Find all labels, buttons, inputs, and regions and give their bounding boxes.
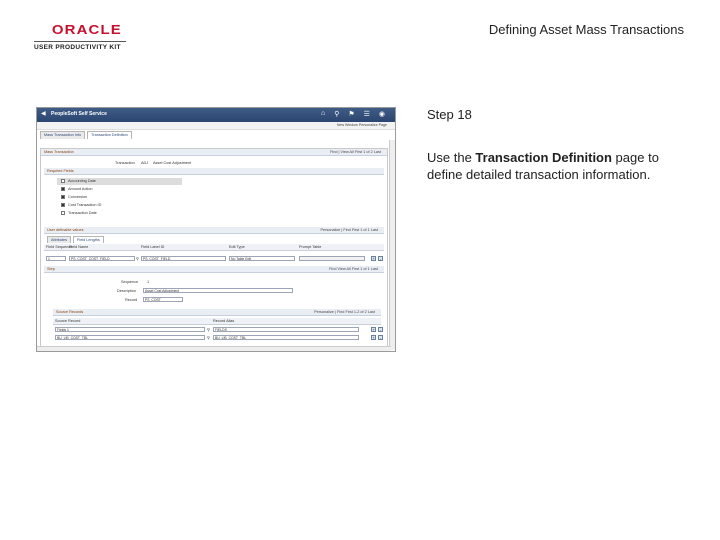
app-top-bar: ◀ PeopleSoft Self Service ⌂ ⚲ ⚑ ☰ ◉	[37, 108, 395, 122]
user-values-header: User definable values Personalize | Find…	[44, 227, 384, 234]
sequence-label: Sequence	[121, 280, 139, 284]
page-links[interactable]: New Window Personalize Page	[37, 122, 395, 130]
source-record-lookup-icon-1[interactable]: ⚲	[207, 327, 210, 332]
required-fields-title: Required Fields	[47, 169, 74, 173]
record-input[interactable]: PS_COST	[143, 297, 183, 302]
col-field-label-id: Field Label ID	[141, 245, 165, 249]
transaction-value: ADJ	[141, 161, 149, 165]
logo-subtitle: USER PRODUCTIVITY KIT	[34, 41, 126, 51]
step-text-pre: Use the	[427, 150, 476, 165]
logo-wordmark: ORACLE	[51, 22, 122, 37]
field-sequence-input[interactable]: 1	[46, 256, 66, 261]
menu-icon[interactable]: ☰	[364, 110, 370, 118]
search-icon[interactable]: ⚲	[334, 110, 339, 118]
prompt-table-input[interactable]	[299, 256, 365, 261]
source-record-input-2[interactable]: BU_LIB_COST_TBL	[55, 335, 205, 340]
top-bar-icons: ⌂ ⚲ ⚑ ☰ ◉	[321, 110, 385, 118]
step-instructions: Use the Transaction Definition page to d…	[427, 149, 697, 183]
accounting-date-label: Accounting Date	[68, 179, 96, 183]
delete-source-row-icon-1[interactable]: -	[378, 327, 383, 332]
subtab-attributes[interactable]: Attributes	[47, 236, 72, 243]
field-name-input[interactable]: PS_COST_COST_FIELD	[69, 256, 135, 261]
source-record-input-1[interactable]: Fields 1	[55, 327, 205, 332]
back-icon[interactable]: ◀	[41, 110, 46, 117]
source-records-nav[interactable]: Personalize | Find First 1-2 of 2 Last	[314, 310, 375, 314]
field-label-id-input[interactable]: PS_COST_FIELD	[141, 256, 226, 261]
add-row-icon[interactable]: +	[371, 256, 376, 261]
required-fields-header: Required Fields	[44, 168, 384, 175]
subtab-field-lengths[interactable]: Field Lengths	[73, 236, 104, 243]
record-alias-input-1[interactable]: FIELDS	[213, 327, 359, 332]
record-label: Record	[125, 298, 138, 302]
step-section-header: Step Find View All First 1 of 1 Last	[44, 266, 384, 273]
description-input[interactable]: Asset Cost Adjustment	[143, 288, 293, 293]
tab-transaction-definition[interactable]: Transaction Definition	[87, 131, 132, 139]
accounting-date-checkbox[interactable]	[61, 179, 65, 183]
col-prompt-table: Prompt Table	[299, 245, 322, 249]
page-tabs: Mass Transaction Info Transaction Defini…	[37, 130, 395, 139]
user-values-title: User definable values	[47, 228, 84, 232]
record-alias-input-2[interactable]: BU_LIB_COST_TBL	[213, 335, 359, 340]
step-text-bold: Transaction Definition	[475, 150, 612, 165]
transaction-label: Transaction	[115, 161, 135, 165]
vertical-scrollbar[interactable]	[389, 140, 395, 350]
user-values-nav[interactable]: Personalize | Find First 1 of 1 Last	[320, 228, 378, 232]
col-record-alias: Record Alias	[213, 319, 235, 323]
delete-source-row-icon-2[interactable]: -	[378, 335, 383, 340]
mass-transaction-title: Mass Transaction	[44, 150, 74, 154]
cost-transaction-id-checkbox[interactable]	[61, 203, 65, 207]
col-field-name: Field Name	[69, 245, 89, 249]
transaction-date-label: Transaction Date	[68, 211, 97, 215]
delete-row-icon[interactable]: -	[378, 256, 383, 261]
mass-transaction-header: Mass Transaction Find | View All First 1…	[41, 149, 387, 156]
app-name: PeopleSoft Self Service	[51, 111, 107, 117]
tab-mass-transaction-info[interactable]: Mass Transaction Info	[40, 131, 86, 139]
step-title: Step 18	[427, 107, 472, 122]
source-records-title: Source Records	[56, 310, 84, 314]
col-edit-type: Edit Type	[229, 245, 245, 249]
amount-action-checkbox[interactable]	[61, 187, 65, 191]
horizontal-scrollbar[interactable]	[37, 346, 391, 351]
transaction-description: Asset Cost Adjustment	[153, 161, 192, 165]
oracle-logo: ORACLE USER PRODUCTIVITY KIT	[34, 22, 126, 51]
cost-transaction-id-label: Cost Transaction ID	[68, 203, 102, 207]
step-section-title: Step	[47, 267, 55, 271]
notification-icon[interactable]: ⚑	[348, 110, 354, 118]
amount-action-label: Amount Action	[68, 187, 93, 191]
description-label: Description	[117, 289, 136, 293]
user-values-grid-header	[44, 244, 384, 251]
sequence-value: 1	[147, 280, 150, 284]
col-source-record: Source Record	[55, 319, 81, 323]
application-screenshot: ◀ PeopleSoft Self Service ⌂ ⚲ ⚑ ☰ ◉ New …	[36, 107, 396, 352]
transaction-date-checkbox[interactable]	[61, 211, 65, 215]
add-source-row-icon-2[interactable]: +	[371, 335, 376, 340]
add-source-row-icon-1[interactable]: +	[371, 327, 376, 332]
conversion-checkbox[interactable]	[61, 195, 65, 199]
field-name-lookup-icon[interactable]: ⚲	[136, 256, 139, 261]
conversion-label: Conversion	[68, 195, 88, 199]
mass-transaction-nav[interactable]: Find | View All First 1 of 2 Last	[330, 150, 381, 154]
home-icon[interactable]: ⌂	[321, 110, 325, 118]
source-record-lookup-icon-2[interactable]: ⚲	[207, 335, 210, 340]
edit-type-select[interactable]: No Table Edit	[229, 256, 295, 261]
navbar-icon[interactable]: ◉	[379, 110, 385, 118]
source-records-header: Source Records Personalize | Find First …	[53, 309, 381, 316]
slide-title: Defining Asset Mass Transactions	[488, 22, 684, 37]
step-section-nav[interactable]: Find View All First 1 of 1 Last	[329, 267, 378, 271]
content-frame: Mass Transaction Find | View All First 1…	[40, 148, 388, 348]
